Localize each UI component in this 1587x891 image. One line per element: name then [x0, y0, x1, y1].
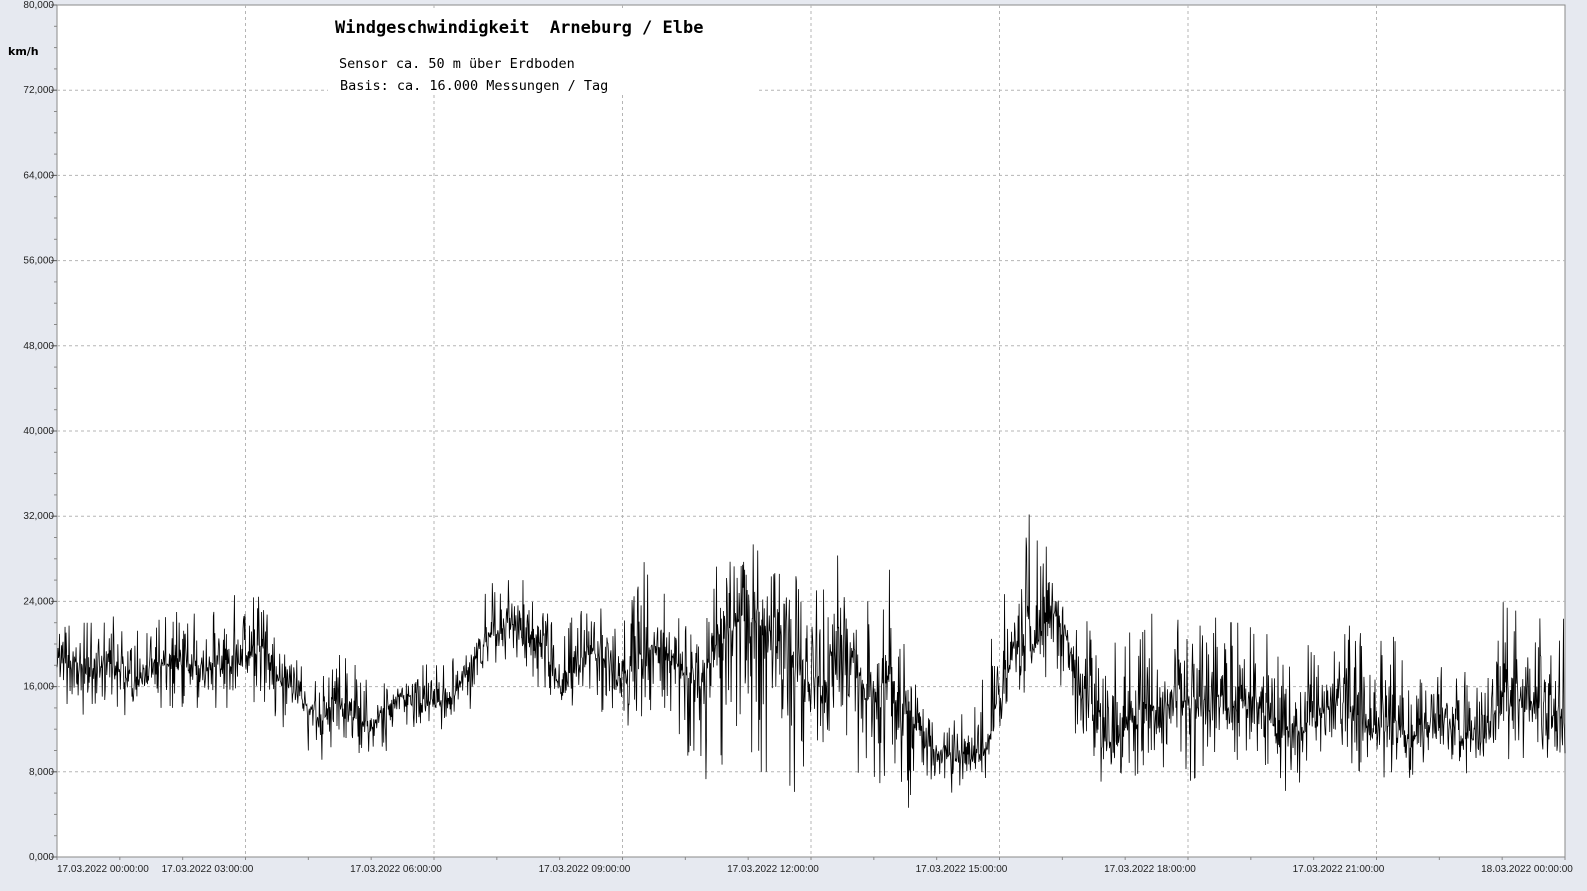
x-tick-label: 17.03.2022 06:00:00 — [350, 864, 442, 875]
wind-speed-chart: 0,000 8,000 16,000 24,000 32,000 40,000 48,000… — [0, 0, 1587, 891]
y-tick-label: 24,000 — [23, 596, 54, 607]
y-tick-label: 80,000 — [23, 0, 54, 11]
x-tick-label: 17.03.2022 12:00:00 — [727, 864, 819, 875]
y-tick-label: 40,000 — [23, 426, 54, 437]
y-axis-label: km/h — [8, 45, 39, 58]
y-tick-label: 32,000 — [23, 511, 54, 522]
y-tick-label: 64,000 — [23, 170, 54, 181]
y-tick-label: 0,000 — [29, 852, 54, 863]
y-tick-label: 56,000 — [23, 256, 54, 267]
chart-svg: 0,000 8,000 16,000 24,000 32,000 40,000 48,000… — [8, 0, 1573, 875]
x-tick-label: 17.03.2022 09:00:00 — [539, 864, 631, 875]
y-tick-label: 8,000 — [29, 767, 54, 778]
x-tick-label: 17.03.2022 00:00:00 — [57, 864, 149, 875]
y-tick-labels: 0,000 8,000 16,000 24,000 32,000 40,000 48,000… — [23, 0, 54, 863]
x-tick-label: 17.03.2022 21:00:00 — [1293, 864, 1385, 875]
chart-title: Windgeschwindigkeit Arneburg / Elbe — [335, 18, 703, 38]
x-tick-label: 17.03.2022 03:00:00 — [162, 864, 254, 875]
y-tick-label: 72,000 — [23, 85, 54, 96]
x-tick-label: 17.03.2022 15:00:00 — [916, 864, 1008, 875]
chart-subtitle-basis: Basis: ca. 16.000 Messungen / Tag — [340, 78, 608, 94]
chart-subtitle-sensor: Sensor ca. 50 m über Erdboden — [339, 56, 575, 72]
x-tick-label: 17.03.2022 18:00:00 — [1104, 864, 1196, 875]
y-tick-label: 16,000 — [23, 682, 54, 693]
y-tick-label: 48,000 — [23, 341, 54, 352]
x-tick-labels: 17.03.2022 00:00:00 17.03.2022 03:00:00 17… — [57, 864, 1573, 875]
x-tick-label: 18.03.2022 00:00:00 — [1481, 864, 1573, 875]
